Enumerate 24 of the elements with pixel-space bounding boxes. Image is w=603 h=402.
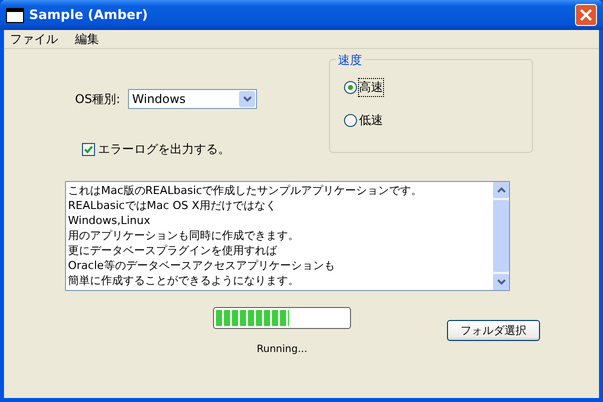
os-label: OS種別:: [75, 90, 120, 108]
status-text: Running...: [256, 344, 308, 355]
window-icon: [6, 8, 24, 22]
menu-item[interactable]: ファイル: [10, 30, 58, 48]
speed-radio[interactable]: 低速: [344, 111, 532, 129]
check-icon: [84, 145, 93, 154]
speed-radio[interactable]: 高速: [344, 78, 532, 96]
text-line: Windows,Linux: [68, 213, 152, 228]
os-dropdown[interactable]: Windows: [128, 89, 258, 109]
window-title: Sample (Amber): [29, 8, 149, 22]
caret-icon: [242, 96, 252, 102]
scroll-bar[interactable]: [493, 182, 509, 290]
close-icon: [580, 9, 592, 21]
text-line: 更にデータベースプラグインを使用すれば: [68, 243, 278, 258]
text-area[interactable]: これはMac版のREALbasicで作成したサンプルアプリケーションです。 REALbasicではMac OS X用だけではなく Windows,Linux 用のアプリケーションも同時に作成できます。 更にデータベースプラグインを使用すれば Oracle等のデータベースアクセスアプリケーションも 簡単に作成することができるようになります。: [65, 181, 510, 291]
text-line: 簡単に作成することができるようになります。: [68, 273, 300, 288]
text-line: Oracle等のデータベースアクセスアプリケーションも: [68, 258, 336, 273]
folder-select-button[interactable]: フォルダ選択: [447, 320, 540, 341]
text-line: 用のアプリケーションも同時に作成できます。: [68, 228, 300, 243]
text-line: REALbasicではMac OS X用だけではなく: [68, 198, 278, 213]
error-log-checkbox[interactable]: エラーログを出力する。: [82, 141, 325, 158]
text-line: これはMac版のREALbasicで作成したサンプルアプリケーションです。: [68, 183, 424, 198]
close-button[interactable]: [575, 4, 597, 26]
menu-item[interactable]: 編集: [75, 30, 99, 48]
